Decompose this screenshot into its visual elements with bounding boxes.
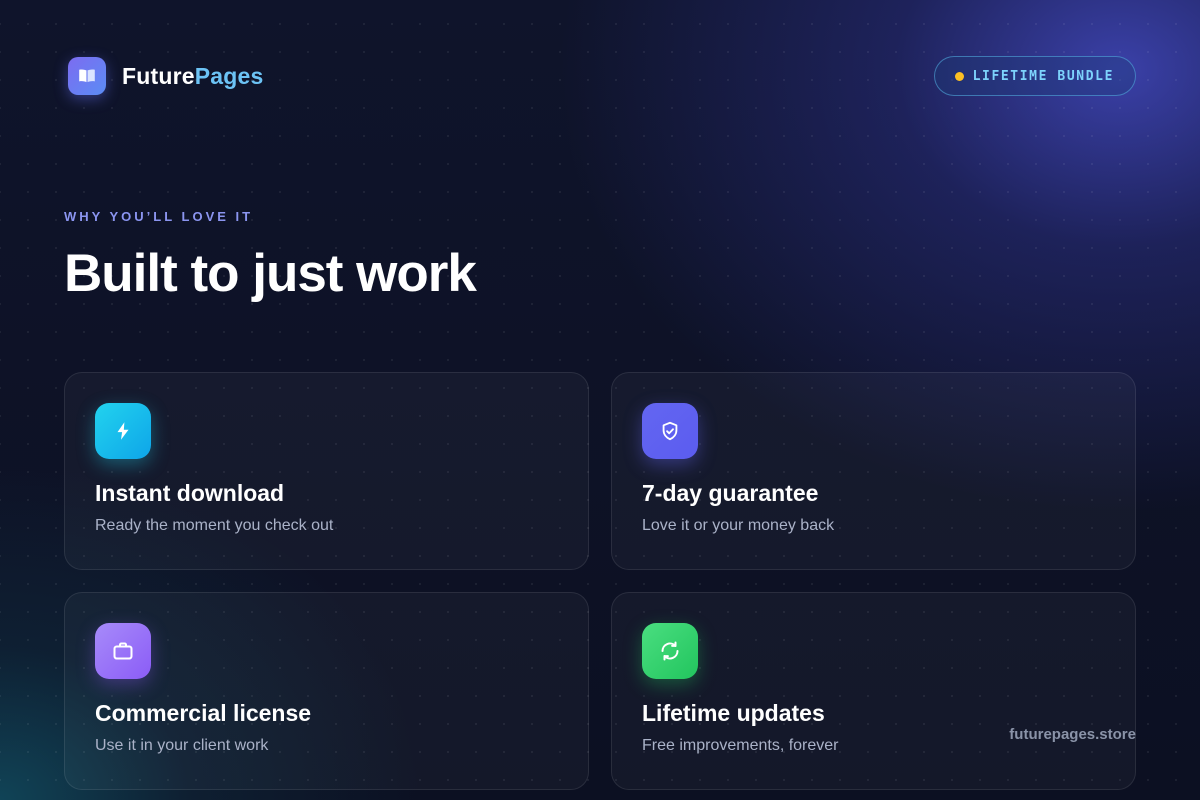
- feature-title: Lifetime updates: [642, 700, 825, 726]
- feature-description: Use it in your client work: [95, 737, 269, 754]
- status-dot-icon: [954, 71, 964, 81]
- lightning-bolt-icon: [95, 403, 151, 459]
- feature-description: Ready the moment you check out: [95, 517, 334, 534]
- feature-description: Love it or your money back: [642, 517, 835, 534]
- header: FuturePages LIFETIME BUNDLE: [68, 56, 1136, 96]
- briefcase-icon: [95, 623, 151, 679]
- section-eyebrow: WHY YOU’LL LOVE IT: [64, 209, 254, 224]
- feature-title: 7-day guarantee: [642, 480, 819, 506]
- brand-name: FuturePages: [122, 63, 264, 90]
- feature-card-guarantee: 7-day guarantee Love it or your money ba…: [611, 372, 1136, 570]
- brand-name-part2: Pages: [194, 62, 264, 89]
- brand[interactable]: FuturePages: [68, 57, 264, 95]
- feature-description: Free improvements, forever: [642, 737, 839, 754]
- footer-url-link[interactable]: futurepages.store: [1009, 726, 1136, 743]
- shield-check-icon: [642, 403, 698, 459]
- page-headline: Built to just work: [64, 244, 477, 303]
- feature-card-instant-download: Instant download Ready the moment you ch…: [64, 372, 589, 570]
- feature-card-commercial-license: Commercial license Use it in your client…: [64, 592, 589, 790]
- lifetime-bundle-badge: LIFETIME BUNDLE: [933, 56, 1136, 96]
- feature-card-lifetime-updates: Lifetime updates Free improvements, fore…: [611, 592, 1136, 790]
- brand-name-part1: Future: [122, 62, 195, 89]
- feature-title: Instant download: [95, 480, 285, 506]
- open-book-icon: [68, 57, 106, 95]
- refresh-icon: [642, 623, 698, 679]
- badge-label: LIFETIME BUNDLE: [972, 68, 1114, 84]
- feature-title: Commercial license: [95, 700, 312, 726]
